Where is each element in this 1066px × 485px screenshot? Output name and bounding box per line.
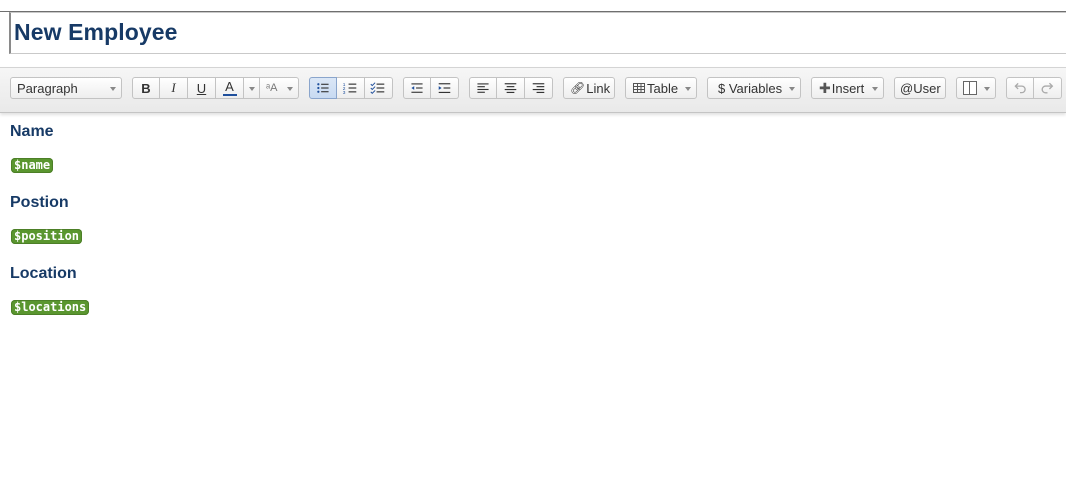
chevron-down-icon <box>110 87 116 91</box>
link-icon: 🔗︎ <box>570 81 586 95</box>
text-color-swatch <box>222 93 237 96</box>
variable-pill-name[interactable]: $name <box>11 158 54 173</box>
mention-user-button[interactable]: @User <box>894 77 946 99</box>
underline-button[interactable]: U <box>188 77 216 99</box>
bullet-list-button[interactable] <box>309 77 337 99</box>
variable-pill-locations[interactable]: $locations <box>11 300 90 315</box>
redo-icon <box>1041 82 1054 94</box>
task-list-button[interactable] <box>365 77 393 99</box>
chevron-down-icon <box>872 87 878 91</box>
bold-button[interactable]: B <box>132 77 160 99</box>
mention-user-label: @User <box>900 80 941 96</box>
underline-icon: U <box>196 80 207 96</box>
chevron-down-icon <box>287 87 293 91</box>
task-list-icon <box>370 82 385 94</box>
section-heading-name: Name <box>10 123 54 140</box>
table-dropdown[interactable]: Table <box>625 77 697 99</box>
section-heading-position: Postion <box>10 194 69 211</box>
align-left-icon <box>477 83 489 93</box>
plus-icon: ✚ <box>819 79 831 96</box>
bullet-list-icon <box>317 83 329 93</box>
numbered-list-icon: 1 2 3 <box>343 82 357 96</box>
paragraph-style-label: Paragraph <box>17 80 78 96</box>
chevron-down-icon <box>789 87 795 91</box>
chevron-down-icon <box>984 87 990 91</box>
font-size-button[interactable]: ᵃA <box>260 77 299 99</box>
redo-button[interactable] <box>1034 77 1062 99</box>
page-title: New Employee <box>14 19 178 45</box>
link-button[interactable]: 🔗︎ Link <box>563 77 615 99</box>
text-color-icon: A <box>216 78 243 98</box>
italic-button[interactable]: I <box>160 77 188 99</box>
align-right-icon <box>532 83 545 94</box>
chevron-down-icon <box>685 87 691 91</box>
italic-icon: I <box>171 80 176 95</box>
insert-dropdown[interactable]: ✚ Insert <box>811 77 884 99</box>
align-center-icon <box>504 83 517 94</box>
variable-pill-position[interactable]: $position <box>11 229 83 244</box>
section-heading-location: Location <box>10 265 77 282</box>
font-size-icon: ᵃA <box>266 82 278 94</box>
link-label: Link <box>586 80 611 96</box>
svg-text:3: 3 <box>343 90 346 96</box>
chevron-down-icon <box>249 87 255 91</box>
table-label: Table <box>647 80 679 96</box>
title-input[interactable]: New Employee <box>9 12 1066 54</box>
text-color-dropdown[interactable] <box>244 77 260 99</box>
page-layout-icon <box>963 81 977 95</box>
align-left-button[interactable] <box>469 77 497 99</box>
bold-icon: B <box>141 80 151 96</box>
outdent-button[interactable] <box>403 77 431 99</box>
table-icon <box>633 83 645 93</box>
align-right-button[interactable] <box>525 77 553 99</box>
undo-icon <box>1014 82 1026 94</box>
indent-button[interactable] <box>431 77 459 99</box>
text-color-letter: A <box>225 78 234 94</box>
insert-label: Insert <box>831 80 865 96</box>
outdent-icon <box>411 83 423 93</box>
indent-icon <box>438 83 451 94</box>
undo-button[interactable] <box>1006 77 1034 99</box>
numbered-list-button[interactable]: 1 2 3 <box>337 77 365 99</box>
text-color-button[interactable]: A <box>216 77 244 99</box>
editor-toolbar: Paragraph B I U A ᵃA 1 2 3 🔗︎ Link Table… <box>0 67 1066 113</box>
align-center-button[interactable] <box>497 77 525 99</box>
layout-dropdown[interactable] <box>956 77 996 99</box>
paragraph-style-dropdown[interactable]: Paragraph <box>10 77 122 99</box>
variables-label: $ Variables <box>718 80 783 96</box>
variables-dropdown[interactable]: $ Variables <box>707 77 801 99</box>
